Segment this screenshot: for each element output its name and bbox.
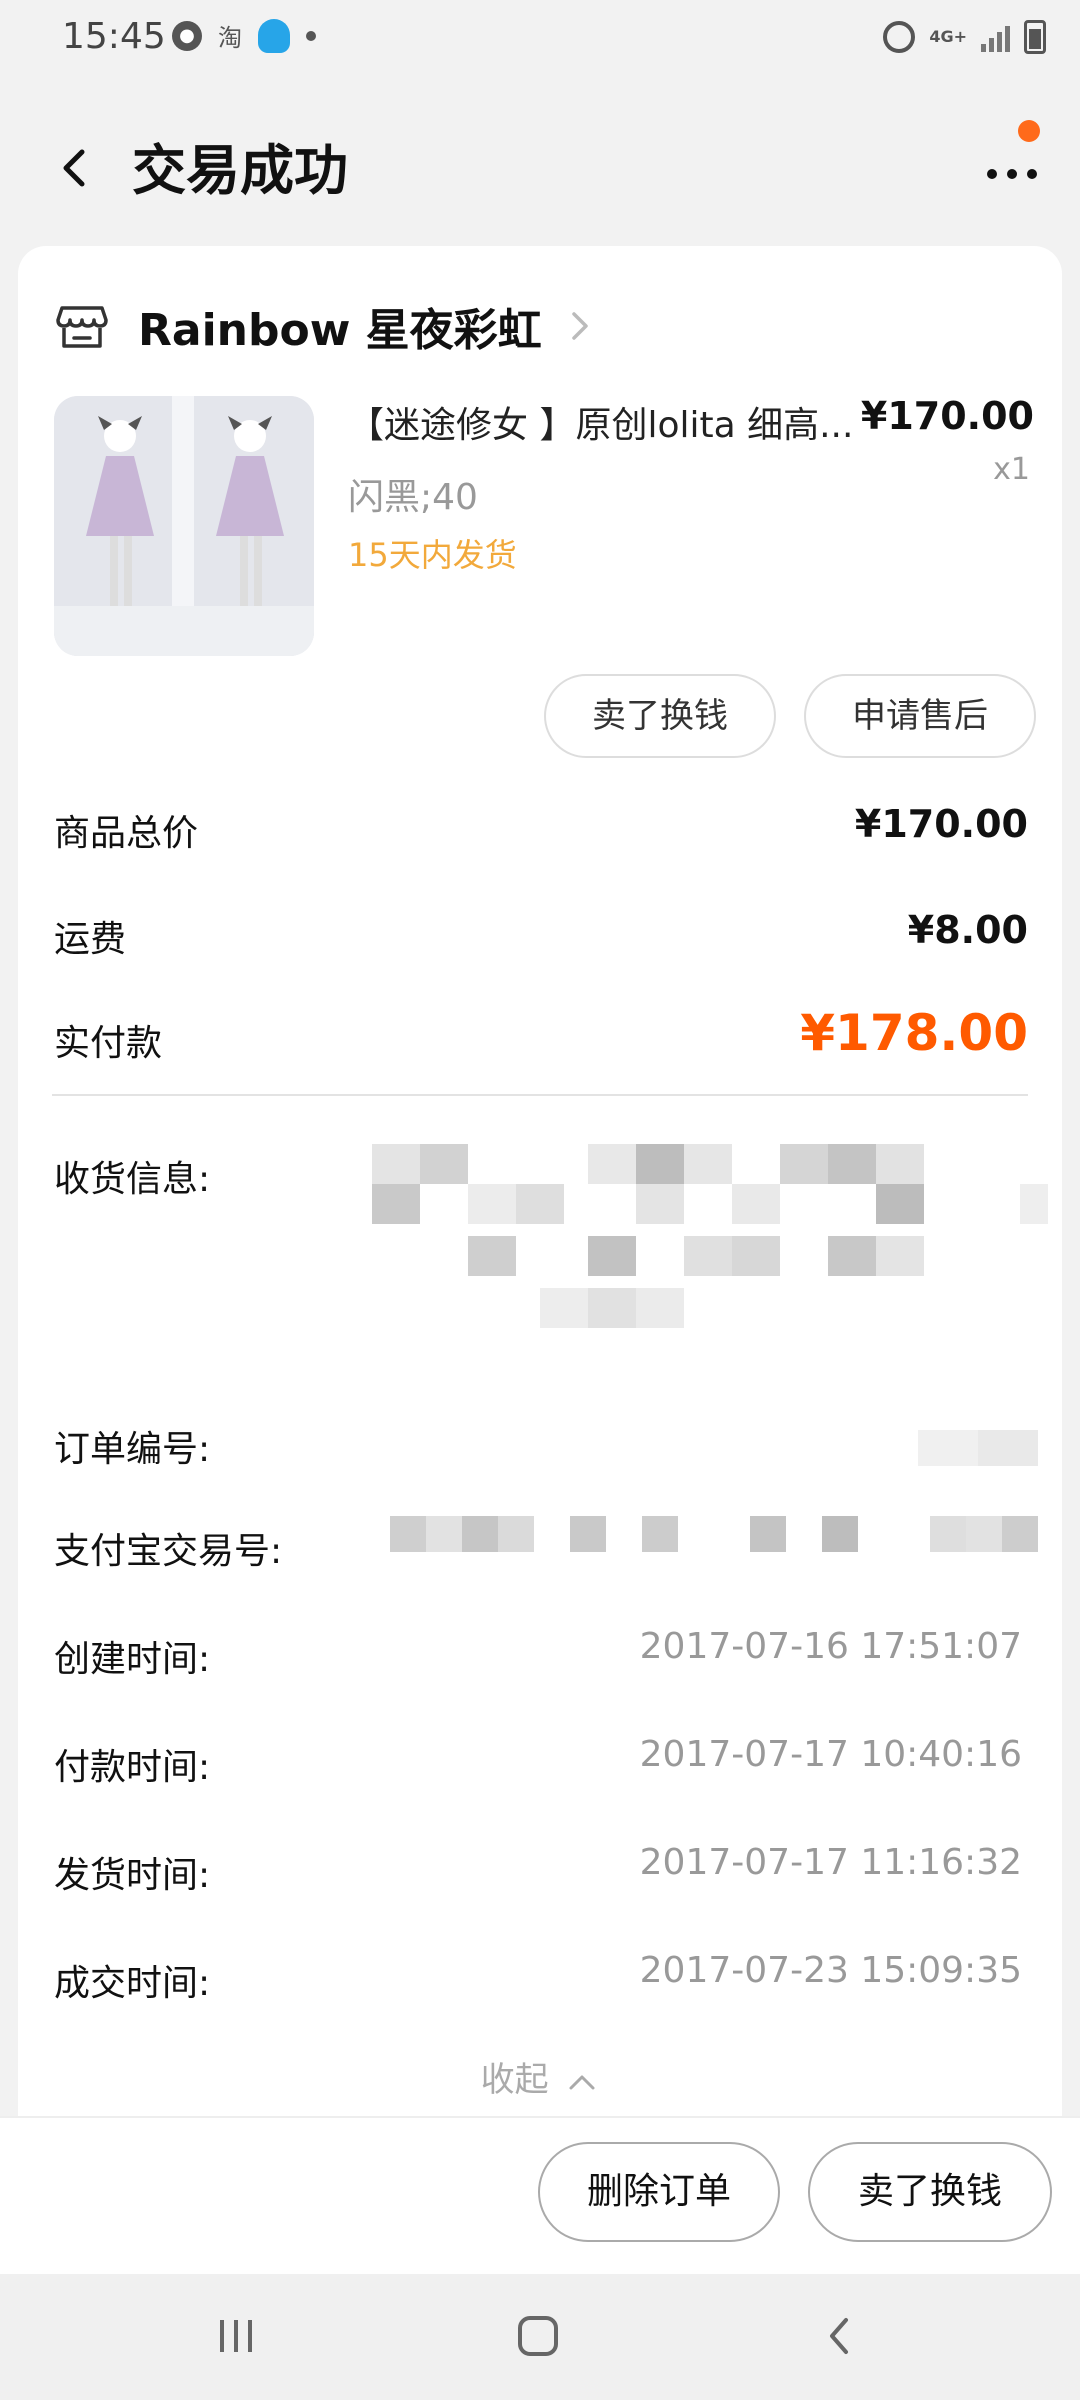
signal-icon [981,22,1010,52]
delete-order-button[interactable]: 删除订单 [538,2142,780,2242]
goods-total-label: 商品总价 [54,813,199,854]
taobao-icon: 淘 [218,24,242,52]
payment-time-value: 2017-07-17 10:40:16 [639,1734,1022,1775]
sell-exchange-button[interactable]: 卖了换钱 [544,674,776,758]
closed-time-value: 2017-07-23 15:09:35 [639,1950,1022,1991]
shipping-fee-label: 运费 [54,919,127,960]
status-icons-left: ● 淘 [172,18,316,53]
shipping-fee-value: ¥8.00 [907,908,1028,952]
collapse-toggle[interactable]: 收起 [18,2052,1062,2101]
dot-icon [306,30,316,41]
more-icon[interactable] [982,150,1042,190]
sell-exchange-bottom-button[interactable]: 卖了换钱 [808,2142,1052,2242]
order-number-redacted [618,1430,1038,1470]
payment-time-label: 付款时间: [54,1747,211,1788]
home-icon[interactable] [516,2314,560,2358]
qq-icon [258,18,290,53]
address-label: 收货信息: [54,1159,211,1200]
paid-amount-value: ¥178.00 [800,1004,1028,1062]
page-title: 交易成功 [132,139,348,202]
alipay-number-redacted [390,1512,1050,1556]
account-icon: ● [172,20,202,51]
product-sku: 闪黑;40 [348,477,478,518]
product-image[interactable] [54,396,314,656]
shipping-note: 15天内发货 [348,536,517,574]
shop-name: Rainbow 星夜彩虹 [138,305,542,356]
goods-total-value: ¥170.00 [854,802,1028,846]
status-time: 15:45 [62,16,166,57]
divider [52,1094,1028,1096]
header: 交易成功 [0,90,1080,240]
created-time-value: 2017-07-16 17:51:07 [639,1626,1022,1667]
status-icons-right: 4G+ [883,20,1046,54]
product-price: ¥170.00 [860,394,1034,438]
product-quantity: x1 [993,452,1030,487]
closed-time-label: 成交时间: [54,1963,211,2004]
recent-apps-icon[interactable] [214,2314,258,2358]
order-number-label: 订单编号: [54,1429,211,1470]
battery-icon [1024,20,1046,54]
created-time-label: 创建时间: [54,1639,211,1680]
alarm-icon [883,21,916,53]
order-detail-card: Rainbow 星夜彩虹 【迷途修女 】原创lolita 细高... ¥170.… [18,246,1062,2116]
shipped-time-label: 发货时间: [54,1855,211,1896]
notification-dot [1018,120,1040,142]
system-nav-bar [0,2274,1080,2400]
shop-icon [56,306,108,348]
address-value-redacted [348,1140,1048,1360]
after-sale-button[interactable]: 申请售后 [804,674,1036,758]
chevron-up-icon [569,2075,595,2089]
alipay-number-label: 支付宝交易号: [54,1531,283,1572]
shop-row[interactable]: Rainbow 星夜彩虹 [54,286,594,366]
collapse-label: 收起 [480,2060,549,2100]
back-arrow-icon[interactable] [48,138,108,198]
shipped-time-value: 2017-07-17 11:16:32 [639,1842,1022,1883]
paid-amount-label: 实付款 [54,1023,163,1064]
back-nav-icon[interactable] [818,2314,862,2358]
bottom-action-bar: 删除订单 卖了换钱 [0,2116,1080,2276]
status-bar: 15:45 ● 淘 4G+ [0,0,1080,80]
product-title[interactable]: 【迷途修女 】原创lolita 细高... [348,396,888,448]
network-icon: 4G+ [929,27,967,46]
product-photo-placeholder [54,396,314,656]
chevron-right-icon [571,312,588,340]
